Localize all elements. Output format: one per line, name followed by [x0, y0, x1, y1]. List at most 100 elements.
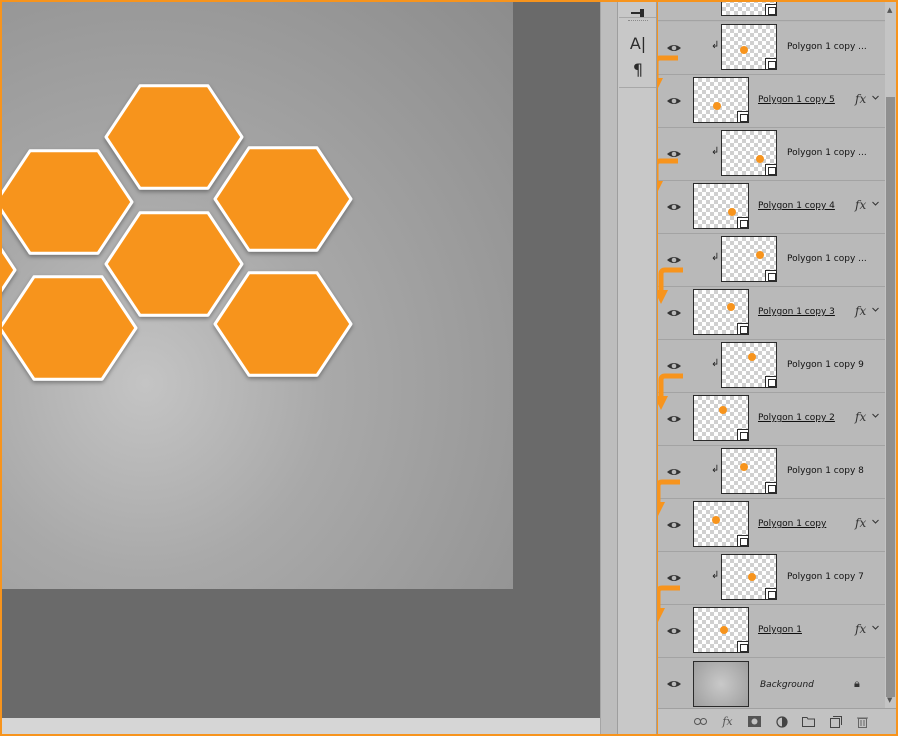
layer-row[interactable]: Polygon 1 copy 4 fx: [658, 181, 885, 234]
layer-name[interactable]: Polygon 1 copy ...: [787, 42, 867, 52]
clipping-mask-icon: ↲: [711, 252, 720, 263]
layer-thumbnail: [693, 607, 749, 653]
visibility-eye-icon[interactable]: [666, 518, 682, 532]
hexagon-shapes: [2, 84, 353, 381]
chevron-down-icon[interactable]: [872, 412, 879, 419]
folder-icon[interactable]: [802, 715, 815, 728]
layers-panel-footer: fx: [658, 708, 896, 734]
layer-row[interactable]: Polygon 1 fx: [658, 605, 885, 658]
layer-name[interactable]: Polygon 1: [758, 625, 802, 635]
clipping-mask-icon: ↲: [711, 358, 720, 369]
chevron-down-icon[interactable]: [872, 306, 879, 313]
smart-object-icon: [765, 58, 777, 70]
layer-row[interactable]: ↲ Polygon 1 copy ...: [658, 128, 885, 181]
layer-name[interactable]: Polygon 1 copy ...: [787, 148, 867, 158]
smart-object-icon: [765, 164, 777, 176]
hexagon-shape[interactable]: [104, 84, 244, 190]
visibility-eye-icon[interactable]: [666, 200, 682, 214]
annotation-arrow: [658, 373, 683, 410]
chevron-down-icon[interactable]: [872, 200, 879, 207]
clipping-mask-icon: ↲: [711, 464, 720, 475]
layer-effects-icon[interactable]: fx: [855, 198, 866, 212]
artboard[interactable]: [2, 2, 513, 589]
hexagon-shape[interactable]: [104, 211, 244, 317]
paragraph-icon[interactable]: ¶: [624, 58, 652, 80]
layer-row[interactable]: Polygon 1 copy 5 fx: [658, 75, 885, 128]
clipping-mask-icon: ↲: [711, 146, 720, 157]
layers-scrollbar[interactable]: ▲ ▼: [885, 2, 896, 708]
layer-name[interactable]: Background: [760, 680, 814, 690]
hexagon-shape[interactable]: [2, 275, 138, 381]
fx-icon[interactable]: fx: [721, 715, 734, 728]
document-canvas[interactable]: [2, 2, 600, 718]
layer-row[interactable]: ↲ Polygon 1 copy ...: [658, 22, 885, 75]
layer-row[interactable]: ↲ Polygon 1 copy ...: [658, 234, 885, 287]
layer-name[interactable]: Polygon 1 copy 3: [758, 307, 835, 317]
layer-name[interactable]: Polygon 1 copy 7: [787, 572, 864, 582]
canvas-vertical-scrollbar[interactable]: [600, 2, 617, 734]
scroll-up-icon[interactable]: ▲: [887, 6, 892, 14]
smart-object-icon: [765, 270, 777, 282]
layer-name[interactable]: Polygon 1 copy 2: [758, 413, 835, 423]
trash-icon[interactable]: [856, 715, 869, 728]
annotation-arrow: [658, 267, 683, 304]
layer-effects-icon[interactable]: fx: [855, 410, 866, 424]
layer-name[interactable]: Polygon 1 copy 4: [758, 201, 835, 211]
layer-effects-icon[interactable]: fx: [855, 622, 866, 636]
lock-icon[interactable]: 🔒︎: [854, 677, 860, 691]
type-tool-icon[interactable]: A|: [624, 32, 652, 54]
annotation-arrow: [658, 479, 680, 516]
chevron-down-icon[interactable]: [872, 518, 879, 525]
adjustment-icon[interactable]: [775, 715, 788, 728]
hexagon-shape[interactable]: [2, 149, 134, 255]
layer-thumbnail: [721, 448, 777, 494]
visibility-eye-icon[interactable]: [666, 677, 682, 691]
shape-layer-icon: [737, 323, 749, 335]
tool-strip: A| ¶: [617, 2, 657, 734]
layer-thumbnail: [721, 554, 777, 600]
visibility-eye-icon[interactable]: [666, 412, 682, 426]
layer-row[interactable]: ↲ Polygon 1 copy 8: [658, 446, 885, 499]
layer-effects-icon[interactable]: fx: [855, 92, 866, 106]
layer-effects-icon[interactable]: fx: [855, 516, 866, 530]
layer-name[interactable]: Polygon 1 copy: [758, 519, 826, 529]
link-icon[interactable]: [694, 715, 707, 728]
canvas-horizontal-scrollbar[interactable]: [2, 718, 600, 734]
chevron-down-icon[interactable]: [872, 94, 879, 101]
layer-row[interactable]: [658, 2, 885, 21]
clipping-mask-icon: ↲: [711, 40, 720, 51]
panel-grip[interactable]: [628, 20, 648, 23]
layer-thumbnail: [721, 2, 777, 16]
new-layer-icon[interactable]: [829, 715, 842, 728]
scrollbar-thumb[interactable]: [886, 97, 895, 697]
smart-object-icon: [765, 482, 777, 494]
layer-thumbnail: [693, 395, 749, 441]
layer-row[interactable]: ↲ Polygon 1 copy 9: [658, 340, 885, 393]
layer-row[interactable]: Polygon 1 copy fx: [658, 499, 885, 552]
layer-effects-icon[interactable]: fx: [855, 304, 866, 318]
layer-thumbnail: [721, 130, 777, 176]
visibility-eye-icon[interactable]: [666, 94, 682, 108]
visibility-eye-icon[interactable]: [666, 306, 682, 320]
layer-thumbnail: [693, 77, 749, 123]
shape-layer-icon: [737, 535, 749, 547]
mask-icon[interactable]: [748, 715, 761, 728]
smart-object-icon: [765, 376, 777, 388]
layer-name[interactable]: Polygon 1 copy 9: [787, 360, 864, 370]
hexagon-shape[interactable]: [213, 271, 353, 377]
hexagon-shape[interactable]: [213, 146, 353, 252]
layer-thumbnail: [721, 236, 777, 282]
layer-row-background[interactable]: Background 🔒︎: [658, 658, 885, 708]
layer-row[interactable]: ↲ Polygon 1 copy 7: [658, 552, 885, 605]
layer-name[interactable]: Polygon 1 copy 5: [758, 95, 835, 105]
layer-row[interactable]: Polygon 1 copy 2 fx: [658, 393, 885, 446]
shape-layer-icon: [737, 217, 749, 229]
scroll-down-icon[interactable]: ▼: [887, 696, 892, 704]
layer-name[interactable]: Polygon 1 copy ...: [787, 254, 867, 264]
layers-panel: ↲ Polygon 1 copy ... Polygon 1 copy 5 fx…: [658, 2, 885, 708]
layer-row[interactable]: Polygon 1 copy 3 fx: [658, 287, 885, 340]
visibility-eye-icon[interactable]: [666, 624, 682, 638]
layer-thumbnail: [693, 183, 749, 229]
chevron-down-icon[interactable]: [872, 624, 879, 631]
layer-name[interactable]: Polygon 1 copy 8: [787, 466, 864, 476]
